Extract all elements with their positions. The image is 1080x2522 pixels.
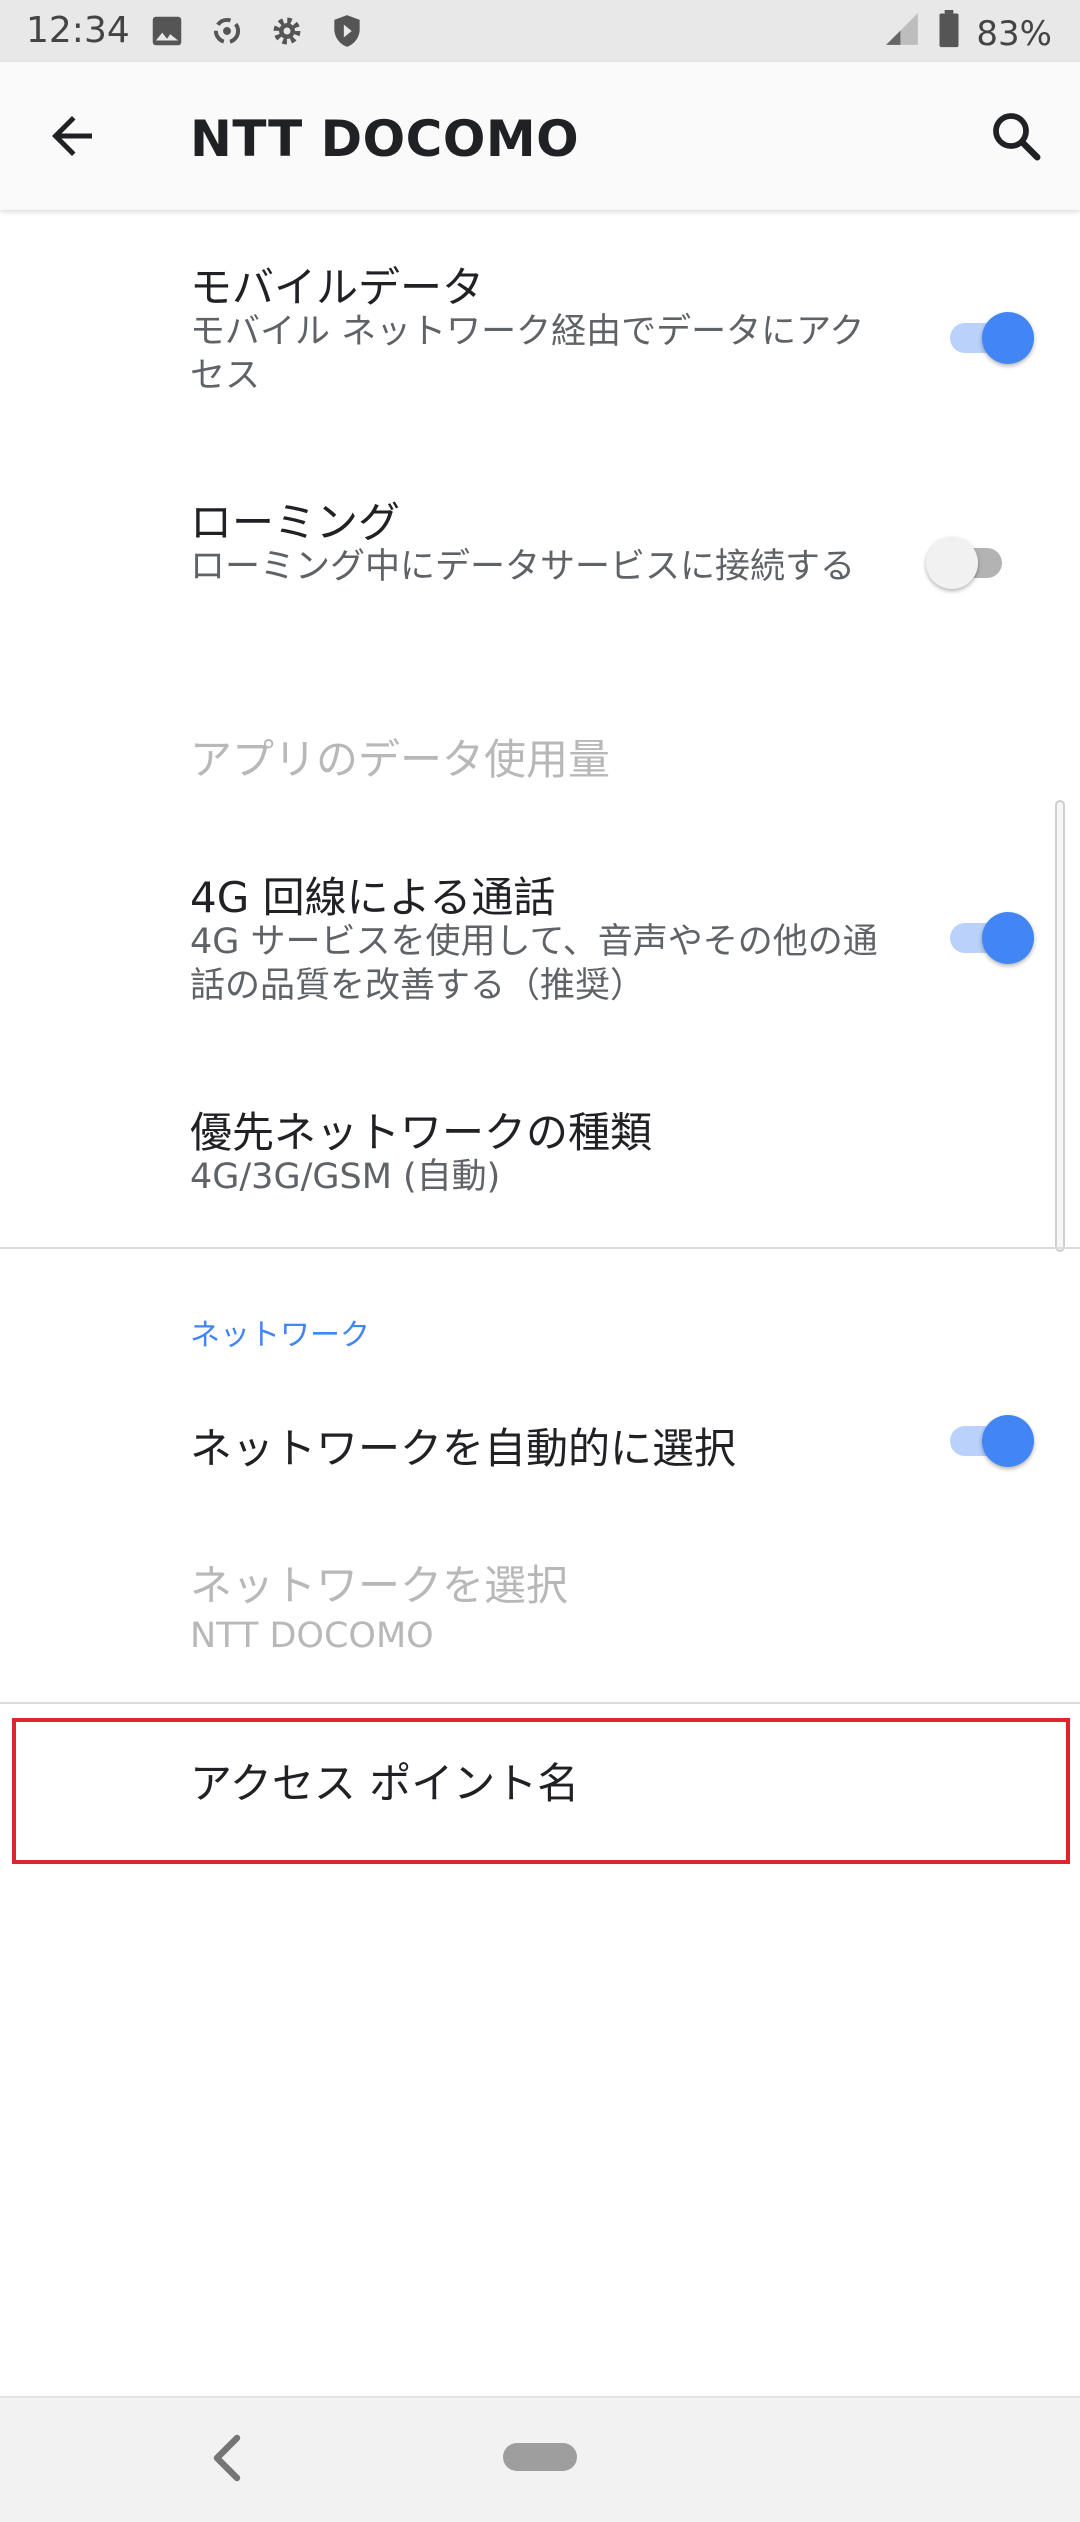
sync-icon (208, 12, 246, 50)
status-right: 83% (882, 10, 1052, 57)
volte-summary: 4G サービスを使用して、音声やその他の通話の品質を改善する（推奨） (190, 922, 878, 1006)
image-icon (148, 12, 186, 50)
signal-icon (882, 10, 922, 57)
toggle-thumb (982, 312, 1034, 364)
choose-network-title: ネットワークを選択 (190, 1561, 569, 1610)
roaming-summary: ローミング中にデータサービスに接続する (190, 547, 856, 587)
search-icon[interactable] (986, 106, 1046, 166)
mobile-data-title: モバイルデータ (190, 263, 485, 312)
shield-icon (328, 12, 366, 50)
app-data-usage-title: アプリのデータ使用量 (190, 735, 611, 784)
highlight-box (12, 1718, 1070, 1864)
nav-home-pill[interactable] (503, 2443, 577, 2471)
settings-icon (268, 12, 306, 50)
auto-select-network-title: ネットワークを自動的に選択 (190, 1424, 737, 1473)
volte-item[interactable]: 4G 回線による通話 4G サービスを使用して、音声やその他の通話の品質を改善す… (0, 820, 1080, 1045)
mobile-data-summary: モバイル ネットワーク経由でデータにアクセス (190, 312, 865, 396)
toggle-thumb (982, 912, 1034, 964)
mobile-data-item[interactable]: モバイルデータ モバイル ネットワーク経由でデータにアクセス (0, 210, 1080, 438)
back-arrow-icon[interactable] (42, 106, 102, 166)
notification-icons (148, 12, 366, 50)
app-data-usage-item[interactable]: アプリのデータ使用量 (0, 700, 1080, 810)
mobile-data-toggle[interactable] (940, 302, 1036, 374)
nav-back-icon[interactable] (202, 2428, 252, 2488)
auto-select-network-item[interactable]: ネットワークを自動的に選択 (0, 1375, 1080, 1505)
toggle-thumb (926, 537, 978, 589)
section-divider (0, 1247, 1080, 1249)
roaming-toggle[interactable] (926, 527, 1022, 599)
roaming-item[interactable]: ローミング ローミング中にデータサービスに接続する (0, 445, 1080, 681)
preferred-network-item[interactable]: 優先ネットワークの種類 4G/3G/GSM (自動) (0, 1055, 1080, 1245)
battery-percent: 83% (976, 13, 1052, 54)
choose-network-item[interactable]: ネットワークを選択 NTT DOCOMO (0, 1530, 1080, 1700)
preferred-network-title: 優先ネットワークの種類 (190, 1108, 653, 1157)
page-title: NTT DOCOMO (190, 110, 580, 168)
status-bar: 12:34 83% (0, 0, 1080, 62)
toggle-thumb (982, 1415, 1034, 1467)
volte-toggle[interactable] (940, 902, 1036, 974)
network-section-header: ネットワーク (190, 1318, 370, 1353)
volte-title: 4G 回線による通話 (190, 873, 556, 922)
app-bar: NTT DOCOMO (0, 62, 1080, 210)
navigation-bar (0, 2396, 1080, 2522)
auto-select-network-toggle[interactable] (940, 1405, 1036, 1477)
section-divider (0, 1702, 1080, 1704)
scrollbar[interactable] (1055, 800, 1065, 1252)
roaming-title: ローミング (190, 498, 401, 547)
choose-network-summary: NTT DOCOMO (190, 1616, 434, 1656)
status-time: 12:34 (26, 10, 130, 51)
battery-icon (938, 10, 960, 57)
preferred-network-summary: 4G/3G/GSM (自動) (190, 1157, 501, 1197)
